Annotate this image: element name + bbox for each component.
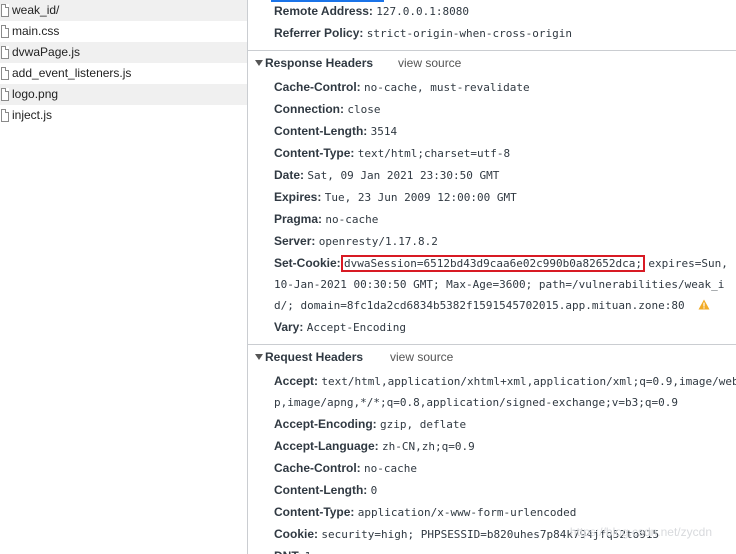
file-name: main.css bbox=[12, 24, 60, 38]
header-row-req-cache-control: Cache-Control: no-cache bbox=[274, 461, 417, 475]
general-remote-address: Remote Address: 127.0.0.1:8080 bbox=[274, 4, 469, 18]
header-row-connection: Connection: close bbox=[274, 102, 381, 116]
response-headers-section-header[interactable]: Response Headers view source bbox=[248, 50, 736, 75]
header-row-accept: Accept: text/html,application/xhtml+xml,… bbox=[274, 374, 736, 388]
highlighted-session-cookie: dvwaSession=6512bd43d9caa6e02c990b0a8265… bbox=[341, 255, 646, 272]
request-view-source-link[interactable]: view source bbox=[390, 350, 453, 364]
file-icon bbox=[1, 25, 9, 38]
header-row-req-content-length: Content-Length: 0 bbox=[274, 483, 378, 497]
file-icon bbox=[1, 109, 9, 122]
file-name: inject.js bbox=[12, 108, 53, 122]
expand-triangle-icon[interactable] bbox=[255, 60, 263, 66]
watermark: https://blog.csdn.net/zycdn bbox=[569, 525, 712, 539]
active-tab-indicator bbox=[271, 0, 384, 2]
file-name: dvwaPage.js bbox=[12, 45, 81, 59]
file-item[interactable]: main.css bbox=[0, 21, 247, 42]
request-headers-title[interactable]: Request Headers bbox=[265, 350, 363, 364]
header-row-set-cookie: Set-Cookie: dvwaSession=6512bd43d9caa6e0… bbox=[274, 255, 728, 272]
file-name: weak_id/ bbox=[12, 3, 60, 17]
file-list: weak_id/ main.css dvwaPage.js add_event_… bbox=[0, 0, 247, 554]
header-row-date: Date: Sat, 09 Jan 2021 23:30:50 GMT bbox=[274, 168, 500, 182]
expand-triangle-icon[interactable] bbox=[255, 354, 263, 360]
file-name: add_event_listeners.js bbox=[12, 66, 132, 80]
file-item[interactable]: weak_id/ bbox=[0, 0, 247, 21]
header-row-dnt: DNT: 1 bbox=[274, 549, 311, 554]
header-row-content-length: Content-Length: 3514 bbox=[274, 124, 398, 138]
accept-line-2: p,image/apng,*/*;q=0.8,application/signe… bbox=[274, 396, 678, 409]
header-row-req-content-type: Content-Type: application/x-www-form-url… bbox=[274, 505, 577, 519]
file-item[interactable]: dvwaPage.js bbox=[0, 42, 247, 63]
header-row-pragma: Pragma: no-cache bbox=[274, 212, 379, 226]
file-item[interactable]: logo.png bbox=[0, 84, 247, 105]
file-name: logo.png bbox=[12, 87, 59, 101]
request-headers-section-header[interactable]: Request Headers view source bbox=[248, 344, 736, 369]
file-icon bbox=[1, 88, 9, 101]
header-row-server: Server: openresty/1.17.8.2 bbox=[274, 234, 438, 248]
file-item[interactable]: inject.js bbox=[0, 105, 247, 126]
header-row-expires: Expires: Tue, 23 Jun 2009 12:00:00 GMT bbox=[274, 190, 517, 204]
file-item[interactable]: add_event_listeners.js bbox=[0, 63, 247, 84]
warning-icon[interactable] bbox=[698, 299, 710, 310]
file-icon bbox=[1, 46, 9, 59]
header-row-content-type: Content-Type: text/html;charset=utf-8 bbox=[274, 146, 511, 160]
set-cookie-line-3: d/; domain=8fc1da2cd6834b5382f1591545702… bbox=[274, 298, 710, 313]
file-icon bbox=[1, 67, 9, 80]
response-headers-title[interactable]: Response Headers bbox=[265, 56, 373, 70]
response-view-source-link[interactable]: view source bbox=[398, 56, 461, 70]
general-referrer-policy: Referrer Policy: strict-origin-when-cros… bbox=[274, 26, 573, 40]
header-row-vary: Vary: Accept-Encoding bbox=[274, 320, 407, 334]
set-cookie-line-2: 10-Jan-2021 00:30:50 GMT; Max-Age=3600; … bbox=[274, 278, 725, 291]
headers-panel: Remote Address: 127.0.0.1:8080 Referrer … bbox=[248, 0, 736, 554]
header-row-accept-encoding: Accept-Encoding: gzip, deflate bbox=[274, 417, 467, 431]
file-icon bbox=[1, 4, 9, 17]
header-row-cache-control: Cache-Control: no-cache, must-revalidate bbox=[274, 80, 530, 94]
header-row-accept-language: Accept-Language: zh-CN,zh;q=0.9 bbox=[274, 439, 475, 453]
